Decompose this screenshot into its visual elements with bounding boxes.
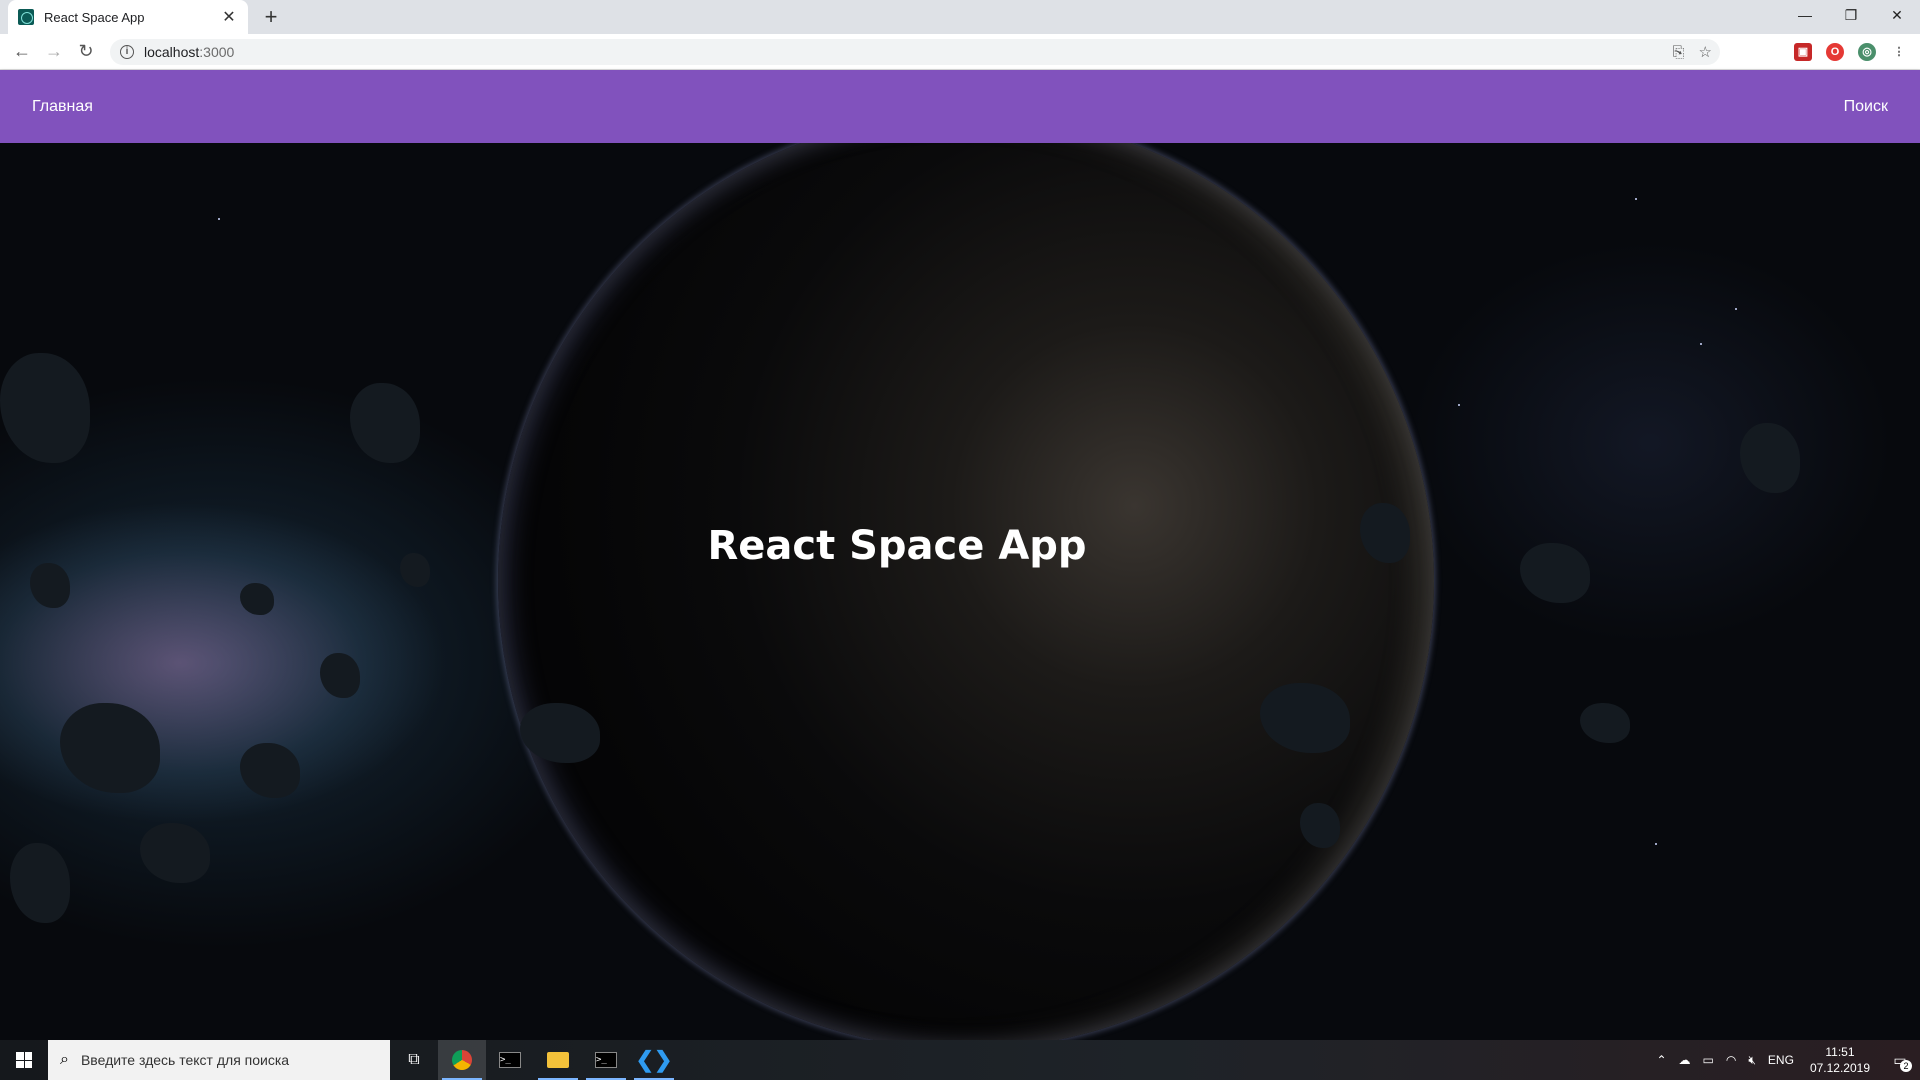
extension-red-icon[interactable]: ▣ <box>1794 43 1812 61</box>
app-navbar: Главная Поиск <box>0 70 1920 143</box>
battery-icon[interactable]: ▭ <box>1697 1053 1720 1067</box>
close-tab-icon[interactable]: ✕ <box>220 7 238 27</box>
clock-time: 11:51 <box>1825 1045 1855 1059</box>
windows-logo-icon <box>16 1052 32 1068</box>
taskbar-search-placeholder: Введите здесь текст для поиска <box>80 1052 290 1068</box>
omnibox-actions: ⎘ ☆ <box>1673 39 1712 65</box>
task-view-icon: ⧉ <box>408 1051 420 1068</box>
opera-vpn-icon[interactable]: O <box>1826 43 1844 61</box>
folder-icon <box>547 1052 569 1068</box>
asteroid <box>140 823 210 883</box>
clock-date: 07.12.2019 <box>1809 1061 1870 1075</box>
new-tab-button[interactable]: + <box>258 4 284 30</box>
profile-avatar-icon[interactable]: ◎ <box>1858 43 1876 61</box>
taskbar-terminal-1[interactable]: >_ <box>486 1040 534 1080</box>
taskbar-explorer[interactable] <box>534 1040 582 1080</box>
asteroid <box>320 653 360 698</box>
asteroid <box>240 583 274 615</box>
terminal-icon: >_ <box>499 1052 521 1068</box>
extensions: ▣ O ◎ ⋮ <box>1794 38 1908 66</box>
system-tray: ⌃ ☁ ▭ ◠ 🔇︎ ENG 11:51 07.12.2019 ▭ 2 <box>1650 1040 1920 1080</box>
address-bar[interactable]: i localhost:3000 ⎘ ☆ <box>110 39 1720 65</box>
nav-home-link[interactable]: Главная <box>32 98 93 116</box>
wifi-icon[interactable]: ◠ <box>1720 1053 1742 1067</box>
chrome-icon <box>452 1050 472 1070</box>
hero-title: React Space App <box>707 523 1087 569</box>
more-vert-icon[interactable]: ⋮ <box>1890 43 1908 61</box>
action-center-button[interactable]: ▭ 2 <box>1880 1040 1920 1080</box>
language-indicator[interactable]: ENG <box>1762 1053 1800 1067</box>
translate-icon[interactable]: ⎘ <box>1673 44 1685 61</box>
star-icon[interactable]: ☆ <box>1699 43 1712 61</box>
url-host: localhost <box>144 44 200 60</box>
close-window-button[interactable]: ✕ <box>1874 0 1920 30</box>
vscode-icon: ❮❯ <box>635 1047 673 1072</box>
planet-image <box>498 143 1434 1040</box>
reload-button[interactable]: ↻ <box>70 36 102 68</box>
taskbar-search[interactable]: ⌕ Введите здесь текст для поиска <box>48 1040 390 1080</box>
asteroid <box>1580 703 1630 743</box>
star <box>1655 843 1657 845</box>
search-icon: ⌕ <box>60 1051 69 1068</box>
star <box>1635 198 1637 200</box>
browser-tabbar: React Space App ✕ + — ❐ ✕ <box>0 0 1920 34</box>
back-button[interactable]: ← <box>6 36 38 68</box>
asteroid <box>60 703 160 793</box>
asteroid <box>1740 423 1800 493</box>
star <box>1700 343 1702 345</box>
star <box>1458 404 1460 406</box>
hero-background: React Space App <box>0 143 1920 1040</box>
taskbar-vscode[interactable]: ❮❯ <box>630 1040 678 1080</box>
asteroid <box>350 383 420 463</box>
taskbar-terminal-2[interactable]: >_ <box>582 1040 630 1080</box>
clock[interactable]: 11:51 07.12.2019 <box>1800 1044 1880 1076</box>
start-button[interactable] <box>0 1040 48 1080</box>
browser-tab[interactable]: React Space App ✕ <box>8 0 248 34</box>
star <box>218 218 220 220</box>
chevron-up-icon[interactable]: ⌃ <box>1650 1053 1672 1067</box>
info-icon[interactable]: i <box>120 45 134 59</box>
react-icon <box>18 9 34 25</box>
terminal-icon: >_ <box>595 1052 617 1068</box>
minimize-button[interactable]: — <box>1782 0 1828 30</box>
asteroid <box>10 843 70 923</box>
notification-count: 2 <box>1900 1060 1912 1072</box>
asteroid <box>30 563 70 608</box>
task-view-button[interactable]: ⧉ <box>390 1040 438 1080</box>
star <box>1735 308 1737 310</box>
url-port: :3000 <box>199 44 235 60</box>
taskbar-chrome[interactable] <box>438 1040 486 1080</box>
windows-taskbar: ⌕ Введите здесь текст для поиска ⧉ >_ >_… <box>0 1040 1920 1080</box>
volume-muted-icon[interactable]: 🔇︎ <box>1742 1053 1762 1068</box>
forward-button[interactable]: → <box>38 36 70 68</box>
asteroid <box>240 743 300 798</box>
tab-title: React Space App <box>44 9 145 25</box>
nav-search-link[interactable]: Поиск <box>1844 98 1888 116</box>
browser-toolbar: ← → ↻ i localhost:3000 ⎘ ☆ <box>0 34 1920 70</box>
url-text[interactable]: localhost:3000 <box>144 44 234 60</box>
restore-button[interactable]: ❐ <box>1828 0 1874 30</box>
asteroid <box>0 353 90 463</box>
window-controls: — ❐ ✕ <box>1782 0 1920 30</box>
cloud-icon[interactable]: ☁ <box>1673 1053 1697 1067</box>
